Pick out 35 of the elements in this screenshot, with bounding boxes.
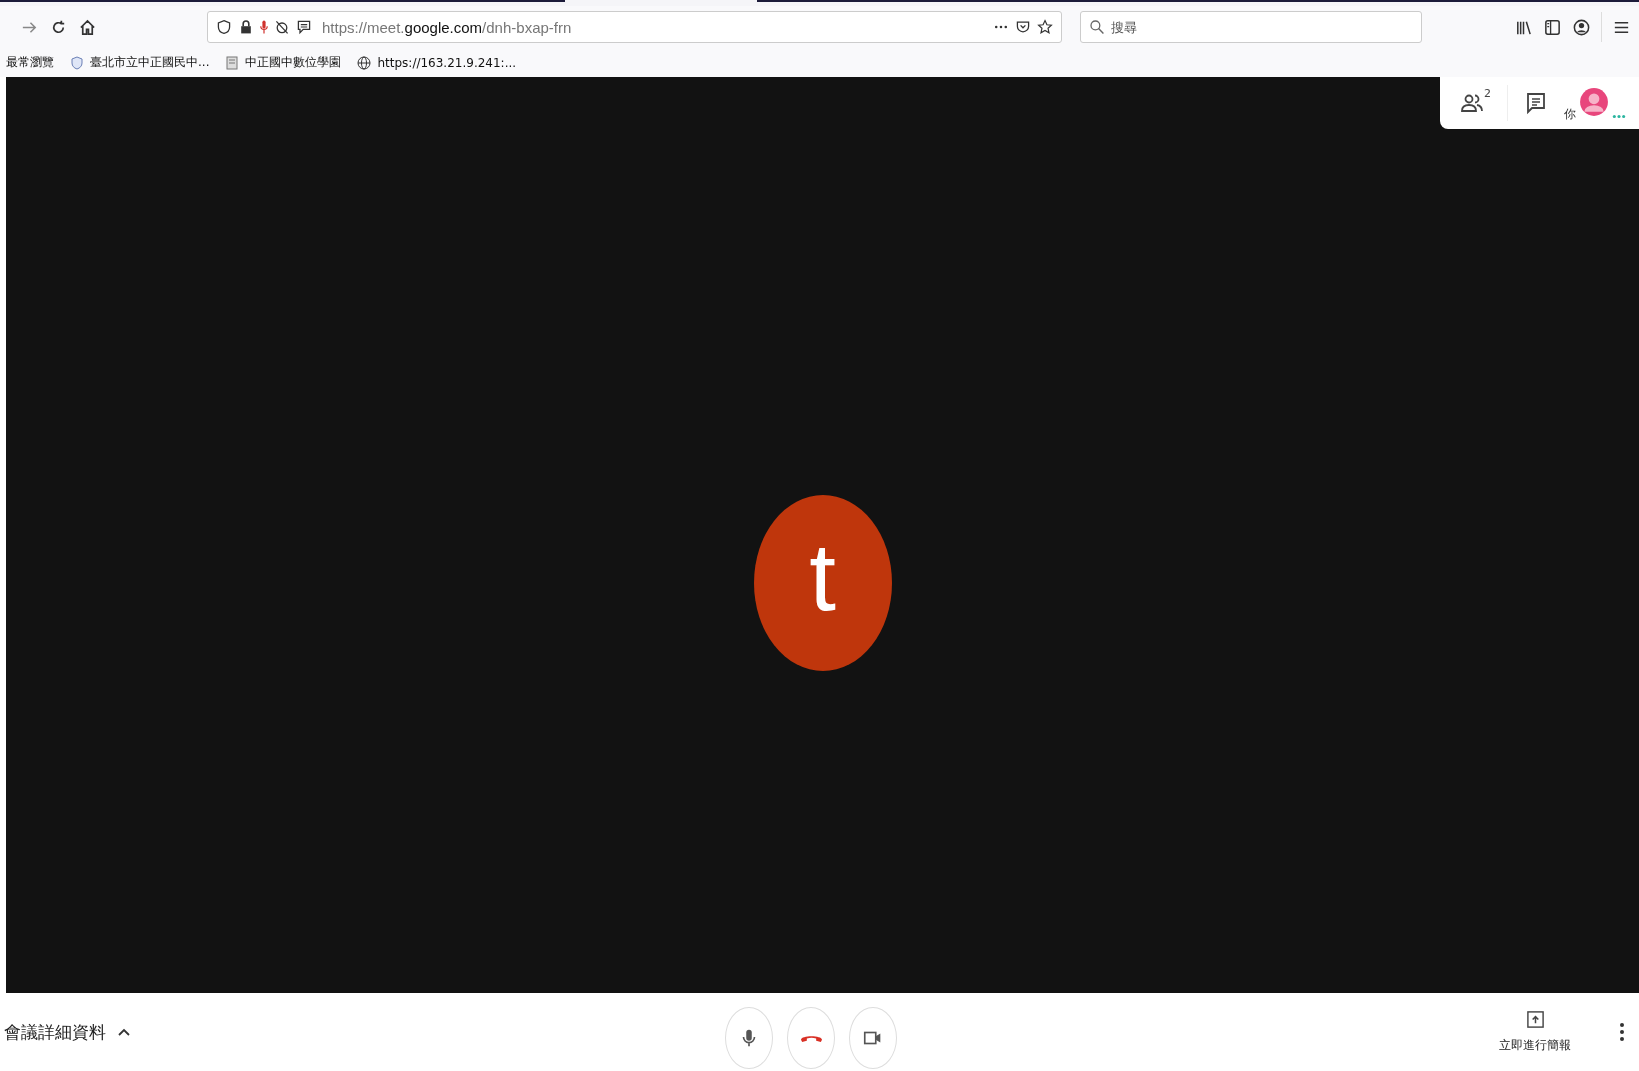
- participant-avatar: t: [753, 495, 892, 671]
- lock-icon[interactable]: [238, 19, 254, 35]
- more-options-icon[interactable]: [1619, 1022, 1625, 1042]
- chat-icon[interactable]: [1524, 91, 1548, 115]
- blocked-media-icon[interactable]: [274, 19, 290, 35]
- sidebar-icon[interactable]: [1543, 17, 1562, 37]
- url-text[interactable]: https://meet.google.com/dnh-bxap-frn: [322, 18, 572, 36]
- microphone-icon[interactable]: [260, 19, 268, 35]
- hang-up-button[interactable]: [787, 1007, 835, 1069]
- search-icon: [1089, 19, 1105, 35]
- bookmark[interactable]: 臺北市立中正國民中...: [70, 54, 210, 71]
- star-icon[interactable]: [1037, 19, 1053, 35]
- meeting-details-button[interactable]: 會議詳細資料: [4, 1020, 106, 1044]
- pocket-icon[interactable]: [1015, 19, 1031, 35]
- shield-icon: [70, 55, 84, 70]
- message-icon[interactable]: [296, 19, 312, 35]
- self-label: 你: [1564, 106, 1576, 123]
- globe-icon: [357, 55, 372, 70]
- participants-button[interactable]: 2: [1460, 91, 1491, 115]
- phone-icon: [800, 1034, 822, 1042]
- upload-icon: [1525, 1010, 1545, 1029]
- camera-button[interactable]: [849, 1007, 897, 1069]
- address-bar[interactable]: https://meet.google.com/dnh-bxap-frn: [207, 11, 1062, 43]
- bookmark[interactable]: https://163.21.9.241:...: [357, 55, 517, 70]
- account-icon[interactable]: [1572, 17, 1591, 37]
- bookmark[interactable]: 中正國中數位學園: [225, 54, 342, 71]
- speaking-dots-icon: [1612, 114, 1626, 119]
- bookmark[interactable]: 最常瀏覽: [6, 54, 54, 71]
- present-now-button[interactable]: 立即進行簡報: [1499, 1010, 1571, 1054]
- home-icon[interactable]: [78, 17, 97, 37]
- search-field[interactable]: 搜尋: [1080, 11, 1422, 43]
- shield-icon[interactable]: [216, 19, 232, 35]
- page-icon: [225, 55, 240, 70]
- self-avatar-icon: [1579, 87, 1609, 117]
- microphone-button[interactable]: [725, 1007, 773, 1069]
